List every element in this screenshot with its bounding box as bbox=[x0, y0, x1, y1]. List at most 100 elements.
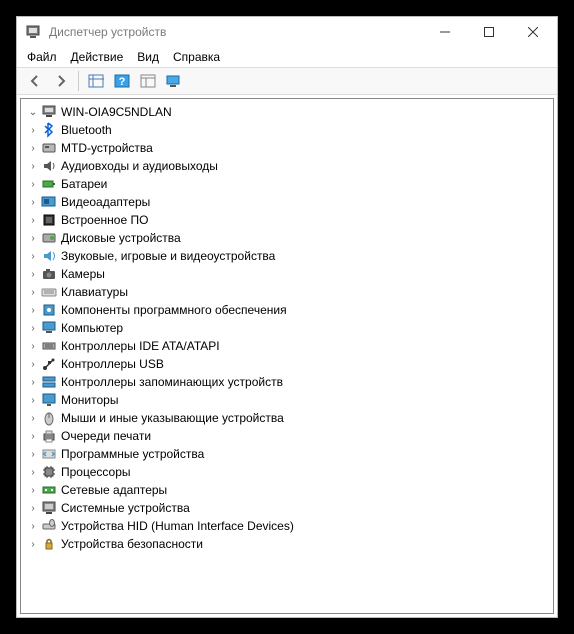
device-label: Контроллеры запоминающих устройств bbox=[61, 375, 283, 389]
menu-help[interactable]: Справка bbox=[173, 50, 220, 64]
chevron-right-icon[interactable]: › bbox=[27, 340, 39, 352]
chevron-right-icon[interactable]: › bbox=[27, 160, 39, 172]
bluetooth-icon bbox=[41, 122, 57, 138]
titlebar: Диспетчер устройств bbox=[17, 17, 557, 47]
computer-icon bbox=[41, 104, 57, 120]
device-category[interactable]: ›Мыши и иные указывающие устройства bbox=[23, 409, 551, 427]
device-category[interactable]: › Камеры bbox=[23, 265, 551, 283]
device-category[interactable]: › Устройства безопасности bbox=[23, 535, 551, 553]
device-label: Bluetooth bbox=[61, 123, 112, 137]
chevron-right-icon[interactable]: › bbox=[27, 448, 39, 460]
tree-root-node[interactable]: ⌄WIN-OIA9C5NDLAN bbox=[23, 103, 551, 121]
device-category[interactable]: › Встроенное ПО bbox=[23, 211, 551, 229]
mtd-icon bbox=[41, 140, 57, 156]
device-category[interactable]: ›Компоненты программного обеспечения bbox=[23, 301, 551, 319]
device-category[interactable]: ›MTD-устройства bbox=[23, 139, 551, 157]
chevron-right-icon[interactable]: › bbox=[27, 178, 39, 190]
chevron-right-icon[interactable]: › bbox=[27, 286, 39, 298]
nav-back-button[interactable] bbox=[23, 70, 47, 92]
device-label: Встроенное ПО bbox=[61, 213, 148, 227]
device-label: Видеоадаптеры bbox=[61, 195, 150, 209]
chevron-right-icon[interactable]: › bbox=[27, 232, 39, 244]
device-category[interactable]: › Процессоры bbox=[23, 463, 551, 481]
device-label: Процессоры bbox=[61, 465, 131, 479]
device-category[interactable]: › Bluetooth bbox=[23, 121, 551, 139]
device-category[interactable]: › Программные устройства bbox=[23, 445, 551, 463]
audio-icon bbox=[41, 158, 57, 174]
device-label: Устройства HID (Human Interface Devices) bbox=[61, 519, 294, 533]
video-icon bbox=[41, 194, 57, 210]
close-button[interactable] bbox=[511, 17, 555, 47]
device-label: Системные устройства bbox=[61, 501, 190, 515]
device-category[interactable]: › Устройства HID (Human Interface Devices… bbox=[23, 517, 551, 535]
device-label: Устройства безопасности bbox=[61, 537, 203, 551]
device-category[interactable]: › Видеоадаптеры bbox=[23, 193, 551, 211]
chevron-right-icon[interactable]: › bbox=[27, 214, 39, 226]
device-category[interactable]: › Батареи bbox=[23, 175, 551, 193]
device-label: Звуковые, игровые и видеоустройства bbox=[61, 249, 275, 263]
chevron-right-icon[interactable]: › bbox=[27, 268, 39, 280]
device-label: Батареи bbox=[61, 177, 107, 191]
device-label: Сетевые адаптеры bbox=[61, 483, 167, 497]
chevron-right-icon[interactable]: › bbox=[27, 394, 39, 406]
device-category[interactable]: › Сетевые адаптеры bbox=[23, 481, 551, 499]
device-category[interactable]: ›Аудиовходы и аудиовыходы bbox=[23, 157, 551, 175]
device-label: Камеры bbox=[61, 267, 105, 281]
chevron-right-icon[interactable]: › bbox=[27, 538, 39, 550]
device-category[interactable]: ›Контроллеры USB bbox=[23, 355, 551, 373]
hid-icon bbox=[41, 518, 57, 534]
device-category[interactable]: ›Мониторы bbox=[23, 391, 551, 409]
device-category[interactable]: › Контроллеры запоминающих устройств bbox=[23, 373, 551, 391]
svg-text:?: ? bbox=[119, 76, 126, 88]
chevron-right-icon[interactable]: › bbox=[27, 358, 39, 370]
chevron-right-icon[interactable]: › bbox=[27, 466, 39, 478]
toolbar: ? bbox=[17, 67, 557, 95]
ide-icon bbox=[41, 338, 57, 354]
menu-file[interactable]: Файл bbox=[27, 50, 57, 64]
chevron-right-icon[interactable]: › bbox=[27, 124, 39, 136]
maximize-button[interactable] bbox=[467, 17, 511, 47]
keyboard-icon bbox=[41, 284, 57, 300]
chevron-right-icon[interactable]: › bbox=[27, 196, 39, 208]
chevron-down-icon[interactable]: ⌄ bbox=[27, 106, 39, 118]
network-icon bbox=[41, 482, 57, 498]
chevron-right-icon[interactable]: › bbox=[27, 412, 39, 424]
device-category[interactable]: ›Компьютер bbox=[23, 319, 551, 337]
menu-action[interactable]: Действие bbox=[71, 50, 124, 64]
device-category[interactable]: › Дисковые устройства bbox=[23, 229, 551, 247]
app-icon bbox=[25, 24, 41, 40]
chevron-right-icon[interactable]: › bbox=[27, 502, 39, 514]
device-label: Клавиатуры bbox=[61, 285, 128, 299]
program-dev-icon bbox=[41, 446, 57, 462]
computer-icon bbox=[41, 320, 57, 336]
device-tree[interactable]: ⌄WIN-OIA9C5NDLAN › Bluetooth ›MTD-устройств… bbox=[20, 98, 554, 614]
menu-view[interactable]: Вид bbox=[137, 50, 159, 64]
printer-icon bbox=[41, 428, 57, 444]
device-label: Дисковые устройства bbox=[61, 231, 181, 245]
nav-forward-button[interactable] bbox=[49, 70, 73, 92]
device-label: Программные устройства bbox=[61, 447, 204, 461]
scan-hardware-button[interactable] bbox=[162, 70, 186, 92]
device-category[interactable]: › Очереди печати bbox=[23, 427, 551, 445]
show-hide-tree-button[interactable] bbox=[84, 70, 108, 92]
chevron-right-icon[interactable]: › bbox=[27, 520, 39, 532]
device-manager-window: Диспетчер устройств Файл Действие Вид Сп… bbox=[16, 16, 558, 618]
battery-icon bbox=[41, 176, 57, 192]
device-category[interactable]: › Клавиатуры bbox=[23, 283, 551, 301]
chevron-right-icon[interactable]: › bbox=[27, 322, 39, 334]
help-button[interactable]: ? bbox=[110, 70, 134, 92]
chevron-right-icon[interactable]: › bbox=[27, 304, 39, 316]
chevron-right-icon[interactable]: › bbox=[27, 376, 39, 388]
device-category[interactable]: ›Контроллеры IDE ATA/ATAPI bbox=[23, 337, 551, 355]
chevron-right-icon[interactable]: › bbox=[27, 484, 39, 496]
minimize-button[interactable] bbox=[423, 17, 467, 47]
properties-button[interactable] bbox=[136, 70, 160, 92]
chevron-right-icon[interactable]: › bbox=[27, 430, 39, 442]
device-label: Очереди печати bbox=[61, 429, 151, 443]
chevron-right-icon[interactable]: › bbox=[27, 250, 39, 262]
device-category[interactable]: › Системные устройства bbox=[23, 499, 551, 517]
system-dev-icon bbox=[41, 500, 57, 516]
device-category[interactable]: › Звуковые, игровые и видеоустройства bbox=[23, 247, 551, 265]
monitor-icon bbox=[41, 392, 57, 408]
chevron-right-icon[interactable]: › bbox=[27, 142, 39, 154]
